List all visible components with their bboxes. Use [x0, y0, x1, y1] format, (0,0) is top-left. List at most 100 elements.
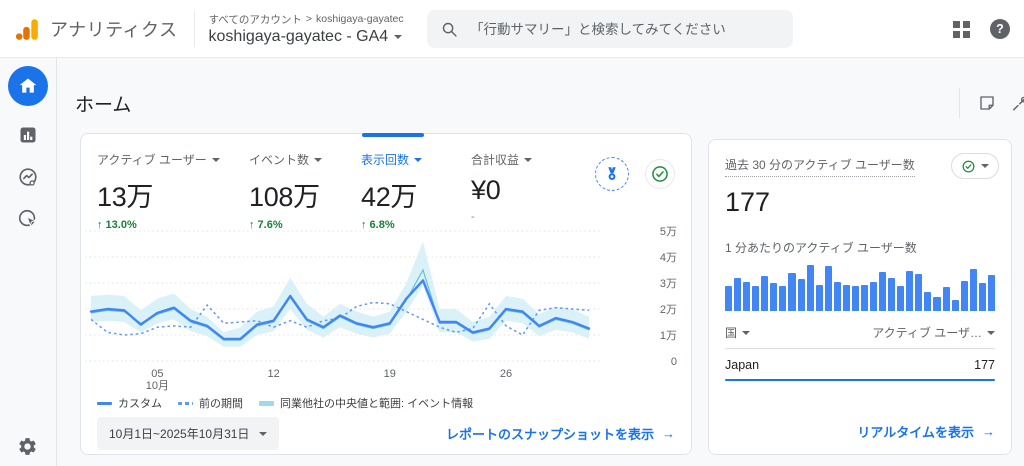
minute-bar [861, 285, 868, 311]
date-range-label: 10月1日~2025年10月31日 [109, 425, 249, 442]
x-axis-tick-label: 05 [151, 368, 163, 380]
search-icon [441, 21, 458, 38]
minute-bar [834, 282, 841, 311]
x-axis-tick-label: 12 [267, 368, 279, 380]
benchmark-medal-icon [603, 165, 621, 183]
minute-bar [852, 286, 859, 311]
sidebar-item-admin[interactable] [0, 436, 55, 457]
metric-value: 108万 [249, 175, 361, 214]
grid-square [963, 31, 970, 38]
left-nav-sidebar [0, 58, 57, 466]
check-circle-icon [961, 159, 976, 174]
customize-wrench-icon[interactable] [1010, 94, 1024, 112]
minute-bar [952, 300, 959, 312]
metric-value: 13万 [97, 175, 249, 214]
legend-dashed-line-swatch [178, 402, 193, 405]
explore-icon [17, 166, 39, 188]
minute-bar [888, 278, 895, 311]
realtime-active-users-value: 177 [725, 187, 995, 218]
minute-bar [798, 279, 805, 311]
legend-label: カスタム [118, 395, 162, 411]
chevron-down-icon [524, 158, 532, 162]
overview-metrics-card: アクティブ ユーザー 13万 ↑ 13.0% イベント数 108万 ↑ 7.6%… [80, 133, 692, 455]
minute-bar [752, 286, 759, 311]
breadcrumb-separator: > [306, 13, 312, 25]
gear-icon [17, 436, 38, 457]
metric-value: ¥0 [471, 175, 575, 206]
row-country: Japan [725, 358, 759, 372]
diagnostics-grid-icon[interactable] [953, 21, 970, 38]
chevron-down-icon [394, 35, 402, 39]
date-range-selector[interactable]: 10月1日~2025年10月31日 [97, 417, 279, 450]
report-snapshot-link[interactable]: レポートのスナップショットを表示 → [446, 424, 675, 443]
metric-label: アクティブ ユーザー [97, 151, 207, 168]
analytics-logo[interactable]: アナリティクス [0, 16, 178, 42]
minute-bar [743, 282, 750, 311]
search-bar[interactable] [427, 10, 793, 48]
minute-bar [816, 285, 823, 311]
y-axis-tick-label: 4万 [660, 252, 677, 264]
data-quality-button[interactable] [645, 159, 675, 189]
sidebar-item-explore[interactable] [15, 164, 41, 190]
main-content: ホーム アクティブ ユーザー 13万 ↑ 13.0% イベント数 108万 ↑ … [57, 58, 1024, 466]
bar-chart-icon [18, 125, 38, 145]
legend-solid-line-swatch [97, 402, 112, 405]
minute-bar [988, 275, 995, 311]
country-column-header[interactable]: 国 [725, 324, 750, 341]
home-icon [18, 76, 38, 96]
minute-bar [761, 276, 768, 311]
arrow-right-icon: → [982, 424, 995, 439]
sidebar-item-advertising[interactable] [15, 206, 41, 232]
check-circle-icon [650, 164, 670, 184]
legend-label: 前の期間 [199, 395, 243, 411]
legend-band-swatch [259, 401, 274, 406]
search-input[interactable] [470, 22, 770, 37]
metric-value: 42万 [361, 175, 471, 214]
view-realtime-link[interactable]: リアルタイムを表示 → [857, 422, 995, 441]
chart-legend: カスタム 前の期間 同業他社の中央値と範囲: イベント情報 [97, 395, 473, 411]
benchmarking-badge-button[interactable] [595, 157, 629, 191]
views-trend-line-chart[interactable]: 01万2万3万4万5万0510月121926 [81, 219, 693, 394]
metric-total-revenue[interactable]: 合計収益 ¥0 - [471, 151, 575, 223]
x-axis-tick-label: 26 [500, 368, 512, 380]
realtime-bar-chart[interactable] [725, 265, 995, 311]
y-axis-tick-label: 0 [671, 356, 677, 368]
metric-label: 合計収益 [471, 151, 519, 168]
realtime-title: 過去 30 分のアクティブ ユーザー数 [725, 156, 915, 177]
product-name: アナリティクス [50, 16, 178, 42]
y-axis-tick-label: 3万 [660, 278, 677, 290]
arrow-right-icon: → [662, 426, 675, 441]
link-label: レポートのスナップショットを表示 [446, 424, 654, 443]
property-title: koshigaya-gayatec - GA4 [209, 28, 389, 46]
minute-bar [825, 266, 832, 311]
sidebar-item-reports[interactable] [15, 122, 41, 148]
grid-square [953, 21, 960, 28]
account-property-switcher[interactable]: すべてのアカウント > koshigaya-gayatec koshigaya-… [209, 12, 404, 46]
grid-square [953, 31, 960, 38]
realtime-status-dropdown[interactable] [951, 153, 999, 179]
legend-label: 同業他社の中央値と範囲: イベント情報 [280, 395, 473, 411]
table-row[interactable]: Japan 177 [725, 349, 995, 379]
minute-bar [943, 287, 950, 311]
minute-bar [807, 265, 814, 311]
minute-bar [970, 269, 977, 311]
sidebar-item-home[interactable] [8, 66, 48, 106]
selected-metric-tab-indicator [362, 133, 424, 137]
chevron-down-icon [987, 331, 995, 335]
minute-bar [906, 271, 913, 311]
minute-bar [979, 283, 986, 311]
minute-bar [843, 285, 850, 311]
active-users-column-header[interactable]: アクティブ ユーザ… [872, 324, 995, 341]
page-title: ホーム [75, 90, 131, 117]
minute-bar [879, 272, 886, 311]
minute-bar [870, 282, 877, 311]
chevron-down-icon [212, 158, 220, 162]
insights-note-icon[interactable] [978, 94, 996, 112]
minute-bar [897, 286, 904, 311]
chevron-down-icon [414, 158, 422, 162]
minute-bar [924, 292, 931, 311]
breadcrumb: すべてのアカウント > koshigaya-gayatec [209, 12, 404, 27]
row-value: 177 [974, 358, 995, 372]
breadcrumb-account: すべてのアカウント [209, 12, 302, 27]
help-icon[interactable]: ? [990, 19, 1010, 39]
